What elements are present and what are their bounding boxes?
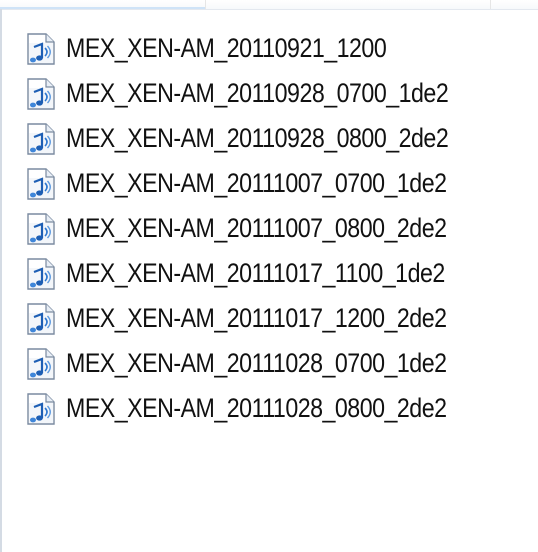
file-item[interactable]: MEX_XEN-AM_20111007_0800_2de2 — [26, 206, 510, 251]
file-name: MEX_XEN-AM_20111007_0800_2de2 — [66, 213, 447, 243]
file-item[interactable]: MEX_XEN-AM_20111028_0700_1de2 — [26, 341, 510, 386]
audio-file-icon — [27, 302, 55, 335]
file-item[interactable]: MEX_XEN-AM_20111017_1100_1de2 — [26, 251, 510, 296]
column-divider[interactable] — [490, 0, 491, 9]
file-name: MEX_XEN-AM_20111017_1200_2de2 — [66, 303, 447, 333]
file-item[interactable]: MEX_XEN-AM_20110928_0800_2de2 — [26, 116, 510, 161]
file-name: MEX_XEN-AM_20110928_0800_2de2 — [66, 123, 449, 153]
audio-file-icon — [27, 32, 55, 65]
audio-file-icon — [27, 77, 55, 110]
column-header-strip — [0, 0, 538, 10]
audio-file-icon — [27, 257, 55, 290]
file-name: MEX_XEN-AM_20111007_0700_1de2 — [66, 168, 447, 198]
file-name: MEX_XEN-AM_20110928_0700_1de2 — [66, 78, 449, 108]
file-item[interactable]: MEX_XEN-AM_20110921_1200 — [26, 26, 510, 71]
name-column-header[interactable] — [0, 0, 205, 9]
audio-file-icon — [27, 347, 55, 380]
file-name: MEX_XEN-AM_20111017_1100_1de2 — [66, 258, 445, 288]
file-list: MEX_XEN-AM_20110921_1200 MEX_XEN-AM_2011… — [26, 26, 510, 431]
file-item[interactable]: MEX_XEN-AM_20111028_0800_2de2 — [26, 386, 510, 431]
audio-file-icon — [27, 212, 55, 245]
audio-file-icon — [27, 392, 55, 425]
file-item[interactable]: MEX_XEN-AM_20111017_1200_2de2 — [26, 296, 510, 341]
file-explorer-pane: MEX_XEN-AM_20110921_1200 MEX_XEN-AM_2011… — [0, 0, 538, 552]
column-divider[interactable] — [205, 0, 206, 9]
pane-border — [0, 9, 2, 552]
audio-file-icon — [27, 122, 55, 155]
file-name: MEX_XEN-AM_20111028_0700_1de2 — [66, 348, 447, 378]
file-name: MEX_XEN-AM_20111028_0800_2de2 — [66, 393, 447, 423]
audio-file-icon — [27, 167, 55, 200]
file-item[interactable]: MEX_XEN-AM_20111007_0700_1de2 — [26, 161, 510, 206]
file-name: MEX_XEN-AM_20110921_1200 — [66, 33, 387, 63]
file-item[interactable]: MEX_XEN-AM_20110928_0700_1de2 — [26, 71, 510, 116]
